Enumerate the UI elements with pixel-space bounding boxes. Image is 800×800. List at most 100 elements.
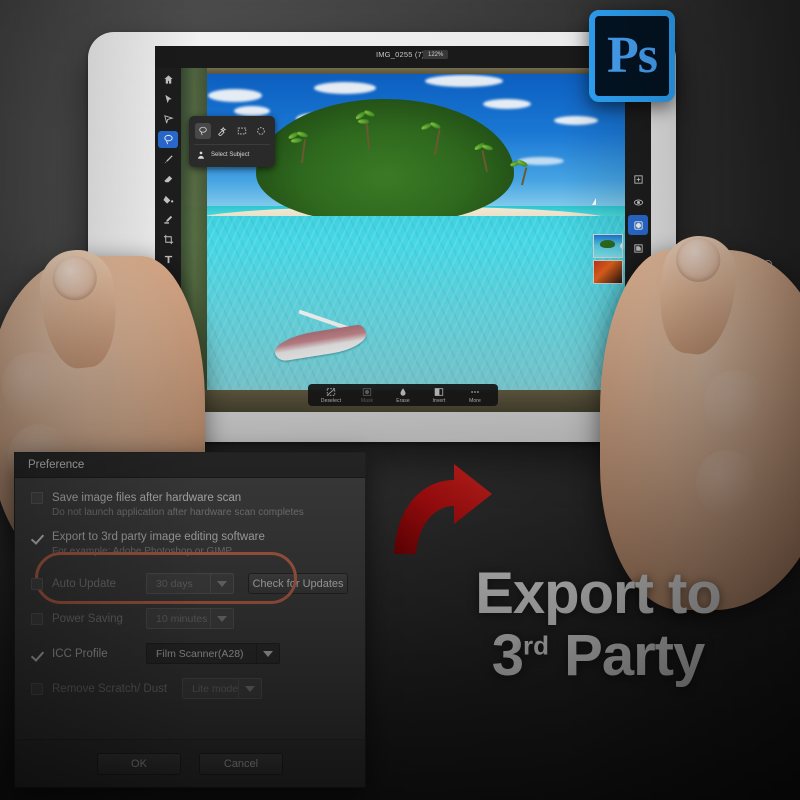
erase-action[interactable]: Erase [390, 387, 416, 404]
headline-ordinal-suffix: rd [523, 630, 550, 661]
row-power-saving[interactable]: Power Saving 10 minutes [31, 608, 349, 629]
export-3rd-party-subtext: For example: Adobe Photoshop or GIMP [52, 546, 233, 557]
icc-profile-label: ICC Profile [52, 647, 108, 660]
icc-profile-checkbox[interactable] [31, 648, 43, 660]
screenshot-stage: Select Subject Deselect Mask Erase Inver… [0, 0, 800, 800]
photoshop-action-bar[interactable]: Deselect Mask Erase Invert More [308, 384, 498, 406]
photo-outrigger-canoe [272, 309, 369, 363]
crop-tool[interactable] [158, 231, 178, 248]
ok-button-label: OK [131, 757, 147, 770]
red-curved-arrow [392, 436, 542, 556]
dialog-footer: OK Cancel [15, 739, 365, 787]
headline-line-1: Export to [475, 561, 722, 626]
dialog-body: Save image files after hardware scan Do … [15, 478, 365, 739]
mask-icon [362, 388, 372, 396]
photo-sailboat [588, 197, 598, 207]
check-for-updates-label: Check for Updates [252, 577, 344, 590]
chevron-down-icon[interactable] [210, 609, 233, 628]
chevron-down-icon[interactable] [256, 644, 279, 663]
headline-text: Export to 3rd Party [404, 565, 792, 685]
mask-action[interactable]: Mask [354, 387, 380, 404]
person-subject-icon [198, 151, 204, 159]
erase-drop-icon [400, 388, 406, 396]
zoom-level-badge[interactable]: 122% [423, 50, 449, 59]
document-title: IMG_0255 (7) * [375, 50, 431, 59]
photoshop-logo-label: Ps [607, 27, 658, 84]
row-icc-profile[interactable]: ICC Profile Film Scanner(A28) [31, 643, 349, 664]
row-remove-scratch[interactable]: Remove Scratch/ Dust Lite mode [31, 678, 349, 699]
save-image-files-label: Save image files after hardware scan [52, 492, 242, 504]
deselect-label: Deselect [320, 398, 342, 404]
photoshop-canvas[interactable]: Select Subject Deselect Mask Erase Inver… [181, 68, 625, 412]
brush-tool[interactable] [158, 151, 178, 168]
save-image-files-subtext: Do not launch application after hardware… [52, 507, 304, 518]
select-tool-flyout[interactable]: Select Subject [189, 116, 275, 167]
mask-label: Mask [360, 398, 374, 404]
transform-tool[interactable] [158, 111, 178, 128]
invert-action[interactable]: Invert [426, 387, 452, 404]
remove-scratch-checkbox[interactable] [31, 682, 43, 695]
select-tool-row [189, 120, 275, 142]
auto-update-interval-value: 30 days [156, 577, 193, 590]
plus-square-icon[interactable] [628, 169, 648, 189]
power-saving-checkbox[interactable] [31, 612, 43, 625]
home-icon[interactable] [158, 71, 178, 88]
chevron-down-icon[interactable] [210, 574, 233, 593]
export-3rd-party-label: Export to 3rd party image editing softwa… [52, 531, 265, 543]
auto-update-label: Auto Update [52, 577, 116, 590]
right-hand [600, 231, 800, 610]
remove-scratch-label: Remove Scratch/ Dust [52, 682, 168, 695]
ok-button[interactable]: OK [97, 752, 181, 775]
dialog-title: Preference [15, 453, 365, 478]
ellipse-marquee-icon[interactable] [253, 123, 269, 139]
clone-stamp-tool[interactable] [158, 211, 178, 228]
eye-icon[interactable] [628, 192, 648, 212]
save-image-files-checkbox[interactable] [31, 492, 43, 504]
more-action[interactable]: More [462, 387, 488, 404]
more-label: More [469, 398, 481, 404]
chevron-down-icon[interactable] [238, 679, 261, 698]
remove-scratch-mode-value: Lite mode [192, 682, 239, 695]
auto-update-checkbox[interactable] [31, 577, 43, 590]
eraser-tool[interactable] [158, 171, 178, 188]
lasso-icon[interactable] [194, 123, 211, 139]
power-saving-interval-value: 10 minutes [156, 612, 208, 625]
row-auto-update[interactable]: Auto Update 30 days Check for Updates [31, 573, 349, 594]
paint-bucket-icon[interactable] [158, 191, 178, 208]
invert-icon [434, 388, 444, 396]
select-subject-label: Select Subject [211, 152, 250, 158]
icc-profile-select[interactable]: Film Scanner(A28) [146, 643, 280, 664]
remove-scratch-mode-select[interactable]: Lite mode [182, 678, 262, 699]
export-3rd-party-checkbox[interactable] [31, 531, 43, 543]
power-saving-label: Power Saving [52, 612, 123, 625]
headline-line-2: 3rd Party [404, 627, 792, 685]
mask-circle-icon[interactable] [628, 215, 648, 235]
select-subject-item[interactable]: Select Subject [189, 147, 275, 163]
cancel-button-label: Cancel [223, 757, 259, 770]
power-saving-interval-select[interactable]: 10 minutes [146, 608, 234, 629]
rect-marquee-icon[interactable] [234, 123, 250, 139]
photoshop-top-bar: IMG_0255 (7) * 122% ↶ ↷ ⇪ [155, 46, 651, 68]
photo-water-texture [181, 215, 625, 412]
preference-dialog[interactable]: Preference Save image files after hardwa… [14, 452, 366, 788]
quick-select-icon[interactable] [214, 123, 230, 139]
cancel-button[interactable]: Cancel [199, 752, 283, 775]
option-save-image-files[interactable]: Save image files after hardware scan [31, 492, 349, 504]
photo-top-edge [207, 68, 625, 74]
check-for-updates-button[interactable]: Check for Updates [248, 573, 348, 594]
selection-tool[interactable] [158, 130, 178, 148]
headline-ordinal-number: 3 [491, 623, 524, 689]
ellipsis-icon [471, 391, 479, 393]
deselect-icon [326, 388, 336, 396]
invert-label: Invert [432, 398, 446, 404]
flyout-divider [194, 144, 270, 145]
auto-update-interval-select[interactable]: 30 days [146, 573, 234, 594]
deselect-action[interactable]: Deselect [318, 387, 344, 404]
move-tool[interactable] [158, 91, 178, 108]
headline-party-word: Party [549, 623, 705, 689]
photoshop-logo-badge: Ps [589, 10, 675, 102]
photoshop-app-screen: Select Subject Deselect Mask Erase Inver… [155, 46, 651, 412]
icc-profile-value: Film Scanner(A28) [156, 647, 244, 660]
option-export-3rd-party[interactable]: Export to 3rd party image editing softwa… [31, 531, 349, 543]
erase-label: Erase [396, 398, 410, 404]
